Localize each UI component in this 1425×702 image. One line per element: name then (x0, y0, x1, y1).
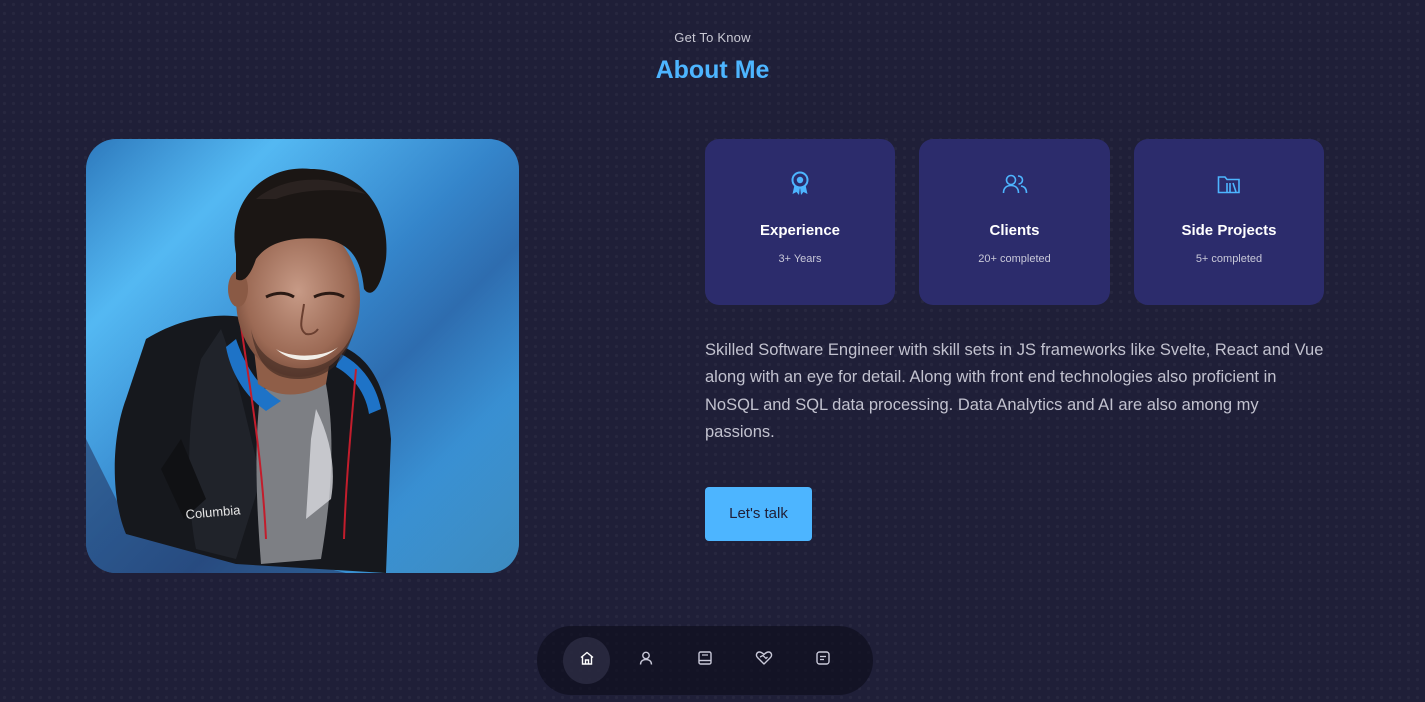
users-icon (919, 171, 1110, 197)
nav-contact[interactable] (799, 637, 846, 684)
nav-about[interactable] (622, 637, 669, 684)
about-description: Skilled Software Engineer with skill set… (705, 341, 1324, 441)
section-header: Get To Know About Me (0, 30, 1425, 85)
message-icon (815, 650, 831, 671)
card-title: Experience (759, 222, 841, 239)
section-title: About Me (655, 56, 770, 84)
card-experience: Experience 3+ Years (705, 139, 895, 305)
card-title: Clients (989, 222, 1040, 239)
card-side-projects: Side Projects 5+ completed (1134, 139, 1324, 305)
user-icon (638, 650, 654, 671)
card-subtitle: 3+ Years (778, 253, 822, 265)
award-icon (705, 171, 895, 197)
bottom-nav (537, 626, 873, 695)
nav-experience[interactable] (681, 637, 728, 684)
card-subtitle: 20+ completed (978, 253, 1051, 265)
stats-cards: Experience 3+ Years Clients 20+ complete… (705, 139, 1325, 305)
card-title: Side Projects (1181, 222, 1277, 239)
profile-photo: Columbia (86, 139, 519, 573)
lets-talk-button[interactable]: Let's talk (705, 487, 812, 541)
home-icon (579, 650, 595, 671)
nav-home[interactable] (563, 637, 610, 684)
nav-services[interactable] (740, 637, 787, 684)
section-subtitle: Get To Know (674, 30, 751, 45)
folder-library-icon (1134, 171, 1324, 197)
card-clients: Clients 20+ completed (919, 139, 1110, 305)
heart-handshake-icon (755, 650, 773, 671)
card-subtitle: 5+ completed (1195, 253, 1263, 265)
book-icon (697, 650, 713, 671)
